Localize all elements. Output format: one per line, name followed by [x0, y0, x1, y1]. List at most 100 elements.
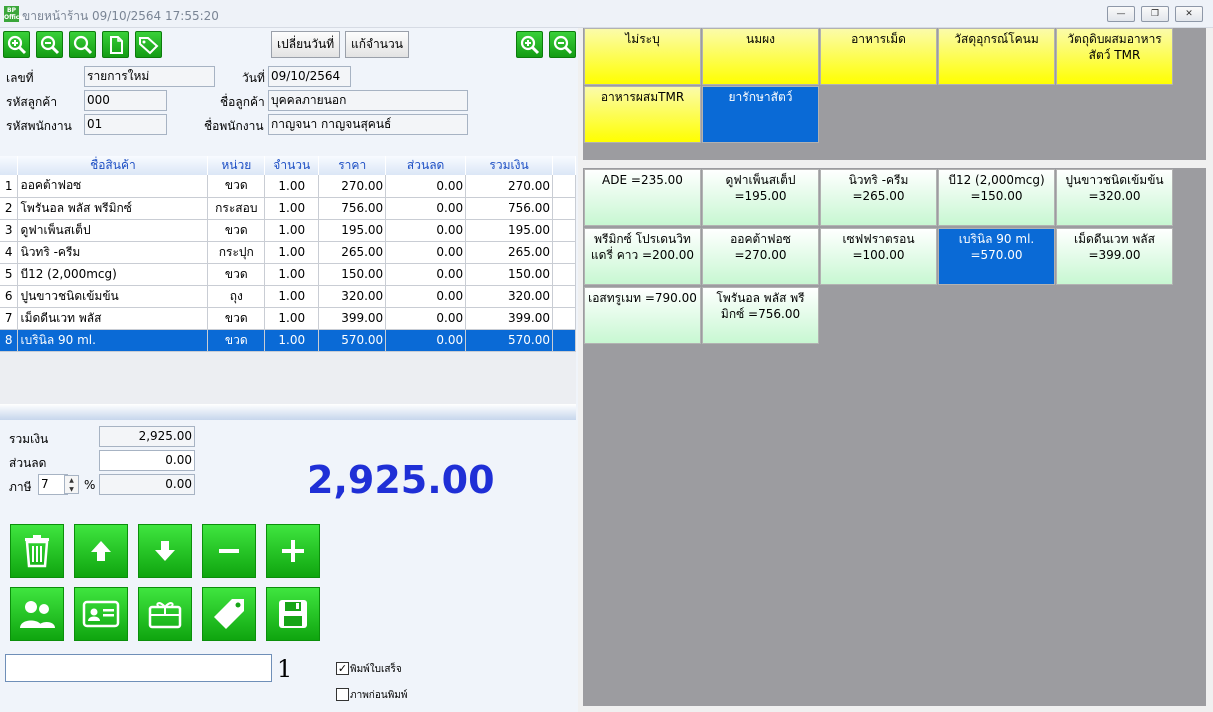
gift-voucher-button[interactable] — [138, 587, 192, 641]
doc-no-field[interactable]: รายการใหม่ — [84, 66, 215, 87]
quantity-cell[interactable]: 1.00 — [264, 263, 320, 286]
price-cell[interactable]: 399.00 — [318, 307, 387, 330]
table-row[interactable]: 5 บี12 (2,000mcg) ขวด 1.00 150.00 0.00 150.00 — [0, 263, 576, 286]
spin-down-icon[interactable]: ▼ — [65, 485, 78, 494]
product-button[interactable]: ปูนขาวชนิดเข้มข้น =320.00 — [1056, 169, 1173, 226]
search-button[interactable] — [69, 31, 96, 58]
row-number-cell[interactable]: 8 — [0, 329, 19, 352]
date-field[interactable]: 09/10/2564 — [268, 66, 351, 87]
discount-cell[interactable]: 0.00 — [385, 219, 467, 242]
table-row[interactable]: 6 ปูนขาวชนิดเข้มข้น ถุง 1.00 320.00 0.00 320.0… — [0, 285, 576, 308]
spin-up-icon[interactable]: ▲ — [65, 476, 78, 485]
line-total-cell[interactable]: 270.00 — [465, 175, 553, 198]
tax-rate-spinner[interactable]: ▲ ▼ — [64, 475, 79, 494]
row-number-cell[interactable]: 2 — [0, 197, 19, 220]
line-total-cell[interactable]: 320.00 — [465, 285, 553, 308]
product-button[interactable]: โพรันอล พลัส พรี มิกซ์ =756.00 — [702, 287, 819, 344]
discount-cell[interactable]: 0.00 — [385, 329, 467, 352]
product-name-cell[interactable]: นิวทริ -ครีม — [17, 241, 209, 264]
table-row[interactable]: 3 ดูฟาเพ็นสเต็ป ขวด 1.00 195.00 0.00 195.00 — [0, 219, 576, 242]
zoom-out-button[interactable] — [36, 31, 63, 58]
discount-cell[interactable]: 0.00 — [385, 241, 467, 264]
quantity-cell[interactable]: 1.00 — [264, 241, 320, 264]
discount-cell[interactable]: 0.00 — [385, 197, 467, 220]
restore-button[interactable]: ❐ — [1141, 6, 1169, 22]
product-name-cell[interactable]: ดูฟาเพ็นสเต็ป — [17, 219, 209, 242]
row-number-cell[interactable]: 3 — [0, 219, 19, 242]
category-button[interactable]: นมผง — [702, 28, 819, 85]
unit-cell[interactable]: กระสอบ — [207, 197, 266, 220]
product-name-cell[interactable]: บี12 (2,000mcg) — [17, 263, 209, 286]
tags-button[interactable] — [135, 31, 162, 58]
row-number-cell[interactable]: 6 — [0, 285, 19, 308]
column-header-price[interactable]: ราคา — [318, 156, 387, 175]
increase-quantity-button[interactable] — [266, 524, 320, 578]
product-button[interactable]: เบรินิล 90 ml. =570.00 — [938, 228, 1055, 285]
employee-name-field[interactable]: กาญจนา กาญจนสุคนธ์ — [268, 114, 468, 135]
member-card-button[interactable] — [74, 587, 128, 641]
quantity-cell[interactable]: 1.00 — [264, 329, 320, 352]
category-button[interactable]: ยารักษาสัตว์ — [702, 86, 819, 143]
product-button[interactable]: บี12 (2,000mcg) =150.00 — [938, 169, 1055, 226]
print-receipt-checkbox[interactable]: ✓ — [336, 662, 349, 675]
decrease-quantity-button[interactable] — [202, 524, 256, 578]
row-number-cell[interactable]: 7 — [0, 307, 19, 330]
column-header-unit[interactable]: หน่วย — [207, 156, 266, 175]
product-button[interactable]: ออคต้าฟอซ =270.00 — [702, 228, 819, 285]
unit-cell[interactable]: ขวด — [207, 329, 266, 352]
quantity-cell[interactable]: 1.00 — [264, 307, 320, 330]
category-button[interactable]: อาหารผสมTMR — [584, 86, 701, 143]
line-total-cell[interactable]: 195.00 — [465, 219, 553, 242]
grid-zoom-in-button[interactable] — [516, 31, 543, 58]
line-total-cell[interactable]: 399.00 — [465, 307, 553, 330]
product-name-cell[interactable]: เม็ดดีนเวท พลัส — [17, 307, 209, 330]
price-cell[interactable]: 756.00 — [318, 197, 387, 220]
move-down-button[interactable] — [138, 524, 192, 578]
column-header-name[interactable]: ชื่อสินค้า — [17, 156, 209, 175]
customer-name-field[interactable]: บุคคลภายนอก — [268, 90, 468, 111]
unit-cell[interactable]: ถุง — [207, 285, 266, 308]
price-tag-button[interactable] — [202, 587, 256, 641]
price-cell[interactable]: 265.00 — [318, 241, 387, 264]
column-header-discount[interactable]: ส่วนลด — [385, 156, 467, 175]
table-row[interactable]: 7 เม็ดดีนเวท พลัส ขวด 1.00 399.00 0.00 399.00 — [0, 307, 576, 330]
price-cell[interactable]: 195.00 — [318, 219, 387, 242]
product-button[interactable]: เม็ดดีนเวท พลัส =399.00 — [1056, 228, 1173, 285]
price-cell[interactable]: 570.00 — [318, 329, 387, 352]
column-header-qty[interactable]: จำนวน — [264, 156, 320, 175]
line-total-cell[interactable]: 570.00 — [465, 329, 553, 352]
unit-cell[interactable]: ขวด — [207, 219, 266, 242]
product-button[interactable]: ADE =235.00 — [584, 169, 701, 226]
row-number-cell[interactable]: 1 — [0, 175, 19, 198]
product-name-cell[interactable]: ปูนขาวชนิดเข้มข้น — [17, 285, 209, 308]
product-name-cell[interactable]: โพรันอล พลัส พรีมิกซ์ — [17, 197, 209, 220]
line-total-cell[interactable]: 150.00 — [465, 263, 553, 286]
column-header-total[interactable]: รวมเงิน — [465, 156, 553, 175]
product-button[interactable]: ดูฟาเพ็นสเต็ป =195.00 — [702, 169, 819, 226]
row-number-cell[interactable]: 4 — [0, 241, 19, 264]
minimize-button[interactable]: — — [1107, 6, 1135, 22]
unit-cell[interactable]: ขวด — [207, 307, 266, 330]
table-row[interactable]: 1 ออคต้าฟอซ ขวด 1.00 270.00 0.00 270.00 — [0, 175, 576, 198]
price-cell[interactable]: 150.00 — [318, 263, 387, 286]
customer-button[interactable] — [10, 587, 64, 641]
discount-field[interactable]: 0.00 — [99, 450, 195, 471]
save-button[interactable] — [266, 587, 320, 641]
zoom-in-button[interactable] — [3, 31, 30, 58]
quantity-cell[interactable]: 1.00 — [264, 175, 320, 198]
category-button[interactable]: วัสดุอุกรณ์โคนม — [938, 28, 1055, 85]
unit-cell[interactable]: ขวด — [207, 263, 266, 286]
product-button[interactable]: พรีมิกซ์ โปรเดนวิท แดรี่ คาว =200.00 — [584, 228, 701, 285]
product-name-cell[interactable]: ออคต้าฟอซ — [17, 175, 209, 198]
new-document-button[interactable] — [102, 31, 129, 58]
product-name-cell[interactable]: เบรินิล 90 ml. — [17, 329, 209, 352]
discount-cell[interactable]: 0.00 — [385, 307, 467, 330]
customer-code-field[interactable]: 000 — [84, 90, 167, 111]
edit-quantity-button[interactable]: แก้จำนวน — [345, 31, 409, 58]
category-button[interactable]: อาหารเม็ด — [820, 28, 937, 85]
table-row[interactable]: 2 โพรันอล พลัส พรีมิกซ์ กระสอบ 1.00 756.00 0.… — [0, 197, 576, 220]
change-date-button[interactable]: เปลี่ยนวันที่ — [271, 31, 341, 58]
price-cell[interactable]: 320.00 — [318, 285, 387, 308]
discount-cell[interactable]: 0.00 — [385, 285, 467, 308]
quantity-cell[interactable]: 1.00 — [264, 285, 320, 308]
